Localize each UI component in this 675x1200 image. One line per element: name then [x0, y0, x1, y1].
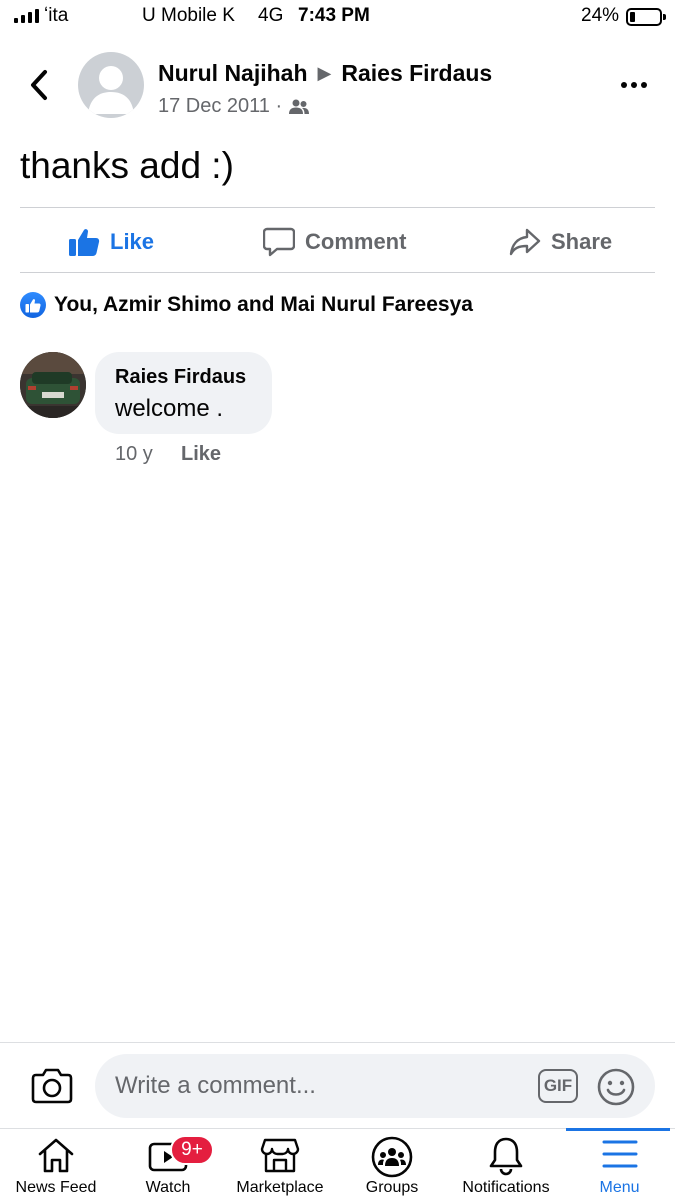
tab-label: Notifications	[462, 1179, 550, 1196]
post-meta: 17 Dec 2011 ·	[158, 95, 310, 118]
car-photo	[20, 352, 86, 418]
share-icon	[509, 228, 541, 256]
like-label: Like	[110, 229, 155, 254]
network-type: 4G	[258, 5, 284, 26]
like-button[interactable]: Like	[68, 222, 154, 262]
tab-label: Watch	[145, 1179, 191, 1196]
signal-strength-icon	[14, 9, 39, 23]
menu-icon	[602, 1140, 637, 1168]
triangle-right-icon: ▶	[317, 63, 332, 83]
tab-label: Menu	[599, 1179, 640, 1196]
more-dot-icon	[631, 82, 637, 88]
more-options-button[interactable]	[616, 70, 652, 100]
smiley-icon	[597, 1068, 635, 1106]
status-time: 7:43 PM	[298, 5, 370, 26]
divider	[20, 272, 655, 273]
bell-icon	[489, 1137, 523, 1176]
comment-timestamp: 10 y	[115, 443, 153, 465]
author-avatar[interactable]	[78, 52, 144, 118]
comment-like-button[interactable]: Like	[181, 443, 221, 466]
target-name[interactable]: Raies Firdaus	[341, 60, 492, 87]
reactions-text: You, Azmir Shimo and Mai Nurul Fareesya	[54, 293, 473, 316]
comment-author[interactable]: Raies Firdaus	[115, 366, 246, 389]
reactions-summary[interactable]: You, Azmir Shimo and Mai Nurul Fareesya	[20, 292, 473, 318]
home-icon	[38, 1138, 74, 1173]
author-name[interactable]: Nurul Najihah	[158, 60, 308, 87]
emoji-button[interactable]	[597, 1068, 635, 1106]
shop-icon	[260, 1138, 300, 1173]
tab-label: News Feed	[15, 1179, 97, 1196]
thumbs-up-icon	[69, 229, 100, 256]
tab-marketplace[interactable]: Marketplace	[224, 1130, 336, 1200]
post-date[interactable]: 17 Dec 2011 ·	[158, 95, 282, 118]
camera-icon	[31, 1068, 73, 1104]
camera-button[interactable]	[30, 1066, 74, 1106]
comment-label: Comment	[305, 229, 407, 254]
status-bar: ʻita U Mobile K 4G 7:43 PM 24%	[0, 0, 675, 36]
tab-groups[interactable]: Groups	[336, 1130, 448, 1200]
notification-badge: 9+	[170, 1135, 214, 1165]
more-dot-icon	[621, 82, 627, 88]
post-header-names: Nurul Najihah ▶ Raies Firdaus	[158, 60, 492, 87]
divider	[20, 207, 655, 208]
comment-icon	[263, 227, 295, 257]
tab-news-feed[interactable]: News Feed	[0, 1130, 112, 1200]
post-text: thanks add :)	[20, 145, 234, 186]
tab-label: Marketplace	[236, 1179, 324, 1196]
share-label: Share	[551, 229, 613, 254]
gif-button[interactable]: GIF	[538, 1069, 578, 1103]
tab-notifications[interactable]: Notifications	[448, 1130, 564, 1200]
tab-menu[interactable]: Menu	[564, 1130, 675, 1200]
comment-text: welcome .	[115, 395, 224, 422]
friends-icon	[289, 99, 310, 114]
battery-percentage: 24%	[581, 5, 620, 26]
commenter-avatar[interactable]	[20, 352, 86, 418]
tab-label: Groups	[365, 1179, 419, 1196]
battery-icon	[626, 8, 666, 26]
chevron-left-icon	[31, 70, 47, 100]
default-profile-icon	[88, 66, 134, 114]
share-button[interactable]: Share	[509, 222, 612, 262]
divider	[0, 1042, 675, 1043]
more-dot-icon	[641, 82, 647, 88]
comment-bubble[interactable]: Raies Firdaus welcome .	[95, 352, 272, 434]
secondary-carrier-name: U Mobile K	[142, 5, 235, 26]
comment-button[interactable]: Comment	[263, 222, 406, 262]
groups-icon	[371, 1136, 413, 1178]
carrier-name: ʻita	[44, 5, 69, 26]
back-button[interactable]	[22, 65, 56, 105]
like-reaction-icon	[20, 292, 46, 318]
